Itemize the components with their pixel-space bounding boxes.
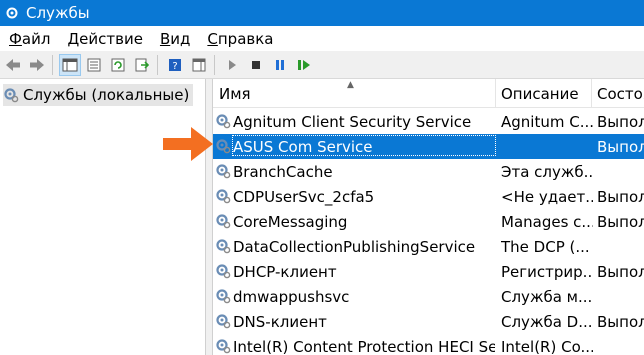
table-row[interactable]: DataCollectionPublishingService The DCP … bbox=[213, 234, 644, 259]
restart-icon[interactable] bbox=[293, 54, 315, 76]
play-icon[interactable] bbox=[221, 54, 243, 76]
service-name: DNS-клиент bbox=[233, 312, 327, 331]
service-gear-icon bbox=[215, 213, 231, 229]
service-description: Agnitum C... bbox=[501, 112, 593, 131]
service-status: Выпол bbox=[597, 112, 644, 131]
window-title: Службы bbox=[26, 4, 90, 22]
orange-pointer-arrow-icon bbox=[163, 127, 213, 161]
service-name: DHCP-клиент bbox=[233, 262, 337, 281]
service-gear-icon bbox=[215, 138, 231, 154]
table-row[interactable]: Intel(R) Content Protection HECI Ser... … bbox=[213, 334, 644, 355]
service-description: The DCP (... bbox=[501, 237, 590, 256]
service-gear-icon bbox=[215, 288, 231, 304]
service-status: Выпол bbox=[597, 137, 644, 156]
table-row[interactable]: BranchCache Эта служб... bbox=[213, 159, 644, 184]
table-row[interactable]: DNS-клиент Служба D... Выпол bbox=[213, 309, 644, 334]
service-gear-icon bbox=[215, 188, 231, 204]
toolbar-separator bbox=[214, 54, 215, 75]
service-gear-icon bbox=[215, 113, 231, 129]
help-icon[interactable]: ? bbox=[164, 54, 186, 76]
svg-text:?: ? bbox=[172, 61, 177, 72]
console-tree-icon[interactable] bbox=[59, 53, 81, 76]
column-header: ▲ Имя Описание Состоя bbox=[213, 79, 644, 108]
services-list: Agnitum Client Security Service Agnitum … bbox=[213, 109, 644, 355]
tree-item-services-local[interactable]: Службы (локальные) bbox=[3, 84, 194, 106]
menu-file[interactable]: Файл bbox=[0, 30, 58, 48]
service-name: CoreMessaging bbox=[233, 212, 348, 231]
table-row[interactable]: Agnitum Client Security Service Agnitum … bbox=[213, 109, 644, 134]
service-description: <Не удает... bbox=[501, 187, 593, 206]
service-gear-icon bbox=[215, 163, 231, 179]
menu-action[interactable]: Действие bbox=[58, 30, 151, 48]
table-row[interactable]: CDPUserSvc_2cfa5 <Не удает... Выпол bbox=[213, 184, 644, 209]
service-gear-icon bbox=[215, 313, 231, 329]
services-gear-icon bbox=[4, 5, 20, 21]
service-gear-icon bbox=[215, 263, 231, 279]
title-bar: Службы bbox=[0, 0, 644, 26]
service-status: Выпол bbox=[597, 262, 644, 281]
service-name: BranchCache bbox=[233, 162, 333, 181]
menu-bar: Файл Действие Вид Справка bbox=[0, 27, 644, 51]
stop-icon[interactable] bbox=[245, 54, 267, 76]
column-header-description[interactable]: Описание bbox=[496, 79, 592, 107]
tree-item-label: Службы (локальные) bbox=[23, 86, 190, 104]
export-icon[interactable] bbox=[131, 54, 153, 76]
service-name: dmwappushsvc bbox=[233, 287, 350, 306]
service-status: Выпол bbox=[597, 212, 644, 231]
menu-view[interactable]: Вид bbox=[151, 30, 198, 48]
service-description: Manages c... bbox=[501, 212, 593, 231]
service-description: Служба м... bbox=[501, 287, 593, 306]
service-name: ASUS Com Service bbox=[233, 137, 373, 156]
service-description: Служба D... bbox=[501, 312, 593, 331]
services-gear-icon bbox=[3, 87, 19, 103]
table-row[interactable]: DHCP-клиент Регистрир... Выпол bbox=[213, 259, 644, 284]
console-tree-pane: Службы (локальные) bbox=[0, 79, 206, 355]
column-header-name[interactable]: Имя bbox=[213, 79, 496, 107]
toolbar: ? bbox=[0, 51, 644, 79]
service-name: Intel(R) Content Protection HECI Ser... bbox=[233, 337, 495, 355]
table-row[interactable]: CoreMessaging Manages c... Выпол bbox=[213, 209, 644, 234]
services-list-pane: ▲ Имя Описание Состоя Agnitum Client Sec… bbox=[213, 79, 644, 355]
service-gear-icon bbox=[215, 338, 231, 354]
column-header-status[interactable]: Состоя bbox=[592, 79, 644, 107]
pane-splitter[interactable] bbox=[206, 79, 213, 355]
service-name: DataCollectionPublishingService bbox=[233, 237, 476, 256]
service-status: Выпол bbox=[597, 312, 644, 331]
service-description: Intel(R) Co... bbox=[501, 337, 593, 355]
refresh-icon[interactable] bbox=[107, 54, 129, 76]
table-row[interactable]: dmwappushsvc Служба м... bbox=[213, 284, 644, 309]
service-description: Регистрир... bbox=[501, 262, 593, 281]
service-description: Эта служб... bbox=[501, 162, 593, 181]
back-icon[interactable] bbox=[2, 54, 24, 76]
toolbar-separator bbox=[157, 54, 158, 75]
menu-help[interactable]: Справка bbox=[198, 30, 281, 48]
service-name: CDPUserSvc_2cfa5 bbox=[233, 187, 375, 206]
service-gear-icon bbox=[215, 238, 231, 254]
action-pane-icon[interactable] bbox=[188, 54, 210, 76]
table-row-selected[interactable]: ASUS Com Service Выпол bbox=[213, 134, 644, 159]
toolbar-separator bbox=[52, 54, 53, 75]
service-status: Выпол bbox=[597, 187, 644, 206]
properties-icon[interactable] bbox=[83, 54, 105, 76]
service-name: Agnitum Client Security Service bbox=[233, 112, 472, 131]
pause-icon[interactable] bbox=[269, 54, 291, 76]
forward-icon[interactable] bbox=[26, 54, 48, 76]
